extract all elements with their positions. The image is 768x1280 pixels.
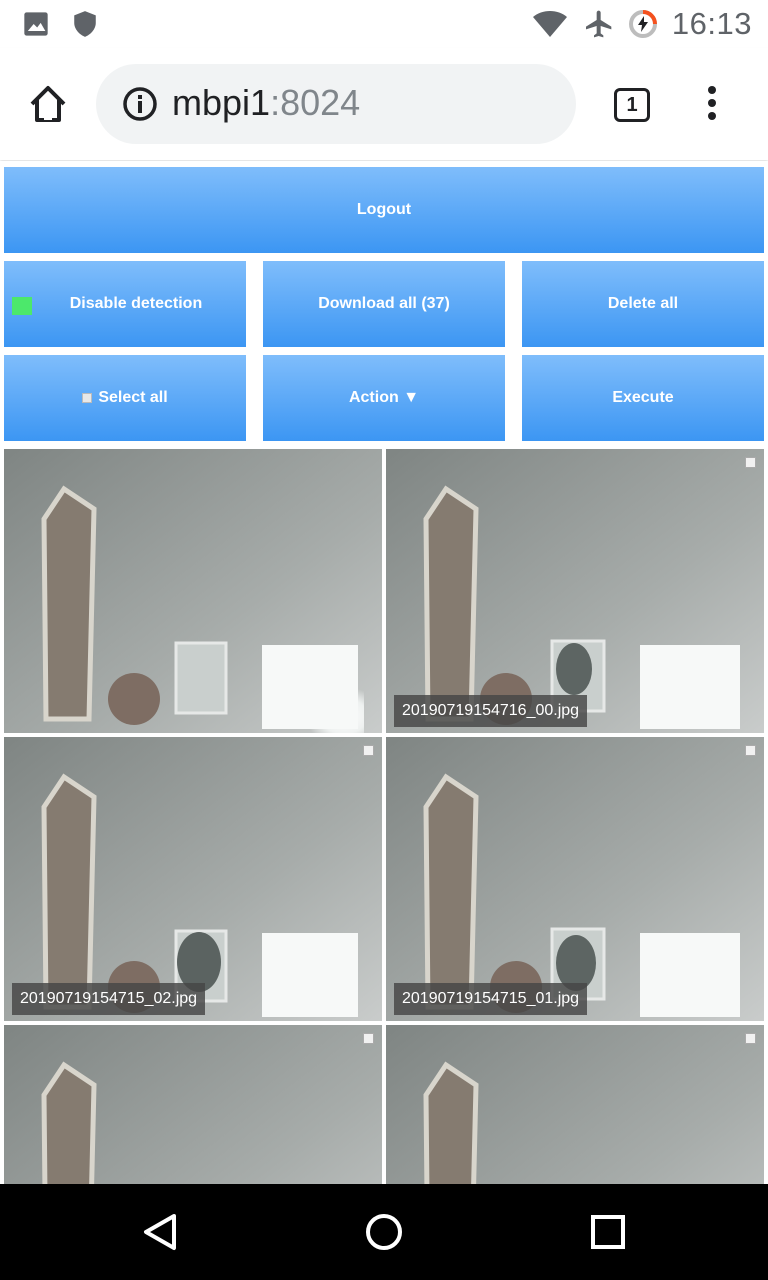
browser-toolbar: mbpi1:8024 1 (0, 48, 768, 160)
delete-all-label: Delete all (607, 295, 679, 312)
status-time: 16:13 (671, 6, 752, 41)
url-host: mbpi1 (172, 82, 271, 123)
camera-photo (386, 737, 764, 1021)
execute-button[interactable]: Execute (522, 355, 764, 441)
camera-photo (4, 737, 382, 1021)
info-icon[interactable] (122, 86, 158, 122)
home-icon[interactable] (24, 80, 72, 128)
camera-photo (4, 1025, 382, 1184)
tab-switcher-button[interactable]: 1 (614, 88, 650, 122)
image-caption: 20190719154716_00.jpg (394, 695, 588, 727)
home-circle-icon[interactable] (364, 1212, 404, 1252)
image-select-checkbox[interactable] (745, 457, 756, 468)
camera-photo (4, 449, 382, 733)
image-caption: 20190719154715_01.jpg (394, 983, 588, 1015)
recents-icon[interactable] (590, 1214, 626, 1250)
action-dropdown[interactable]: Action ▼ (263, 355, 505, 441)
image-thumbnail[interactable]: 20190719154715_01.jpg (386, 737, 764, 1021)
overflow-menu-icon[interactable] (700, 86, 724, 126)
detection-status-indicator (12, 297, 32, 315)
back-icon[interactable] (140, 1212, 180, 1252)
camera-photo (386, 449, 764, 733)
download-all-label: Download all (37) (318, 295, 450, 312)
disable-detection-label: Disable detection (69, 295, 203, 312)
navigation-bar (0, 1184, 768, 1280)
image-select-checkbox[interactable] (363, 745, 374, 756)
image-thumbnail[interactable]: 20190719154716_00.jpg (386, 449, 764, 733)
image-thumbnail[interactable] (386, 1025, 764, 1184)
download-all-button[interactable]: Download all (37) (263, 261, 505, 347)
wifi-icon (532, 11, 567, 37)
image-select-checkbox[interactable] (745, 745, 756, 756)
select-all-checkbox[interactable] (82, 393, 93, 403)
image-thumbnail[interactable] (4, 449, 382, 733)
camera-photo (386, 1025, 764, 1184)
battery-charging-icon (628, 10, 657, 38)
select-all-button[interactable]: Select all (4, 355, 246, 441)
image-select-checkbox[interactable] (745, 1033, 756, 1044)
execute-label: Execute (612, 389, 674, 406)
page-content: Logout Disable detection Download all (3… (0, 161, 768, 1184)
action-label: Action ▼ (348, 389, 420, 406)
select-all-label: Select all (98, 389, 168, 406)
url-port: :8024 (270, 82, 361, 123)
delete-all-button[interactable]: Delete all (522, 261, 764, 347)
url-text[interactable]: mbpi1:8024 (172, 82, 360, 124)
image-icon (24, 12, 48, 36)
logout-button[interactable]: Logout (4, 167, 764, 253)
disable-detection-button[interactable]: Disable detection (4, 261, 246, 347)
tab-count: 1 (626, 93, 638, 116)
image-thumbnail[interactable] (4, 1025, 382, 1184)
image-select-checkbox[interactable] (363, 1033, 374, 1044)
image-caption: 20190719154715_02.jpg (12, 983, 206, 1015)
image-thumbnail[interactable]: 20190719154715_02.jpg (4, 737, 382, 1021)
logout-label: Logout (356, 201, 412, 218)
url-bar[interactable]: mbpi1:8024 (96, 64, 576, 144)
status-bar: 16:13 (0, 0, 768, 48)
shield-icon (74, 11, 96, 37)
airplane-icon (585, 10, 612, 38)
